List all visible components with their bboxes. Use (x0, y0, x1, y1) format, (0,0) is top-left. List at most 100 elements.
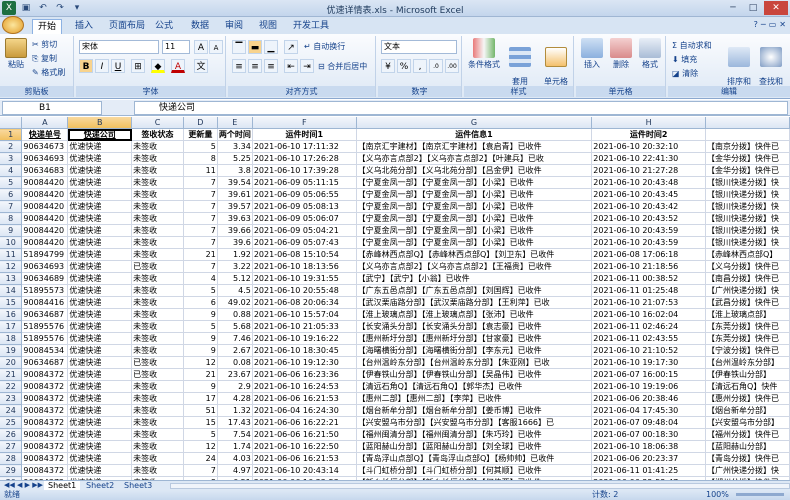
table-cell[interactable]: 3.34 (217, 140, 253, 154)
table-cell[interactable]: 已签收 (131, 260, 184, 274)
column-header[interactable] (705, 117, 790, 130)
table-cell[interactable]: 【福州闽清分部】【福州闽清分部】【朱巧玲】已收件 (356, 428, 593, 442)
header-cell[interactable]: 快递公司 (67, 128, 133, 142)
table-cell[interactable]: 【惠州分拨】快件已 (705, 392, 790, 406)
table-cell[interactable]: 12 (183, 356, 218, 370)
table-cell[interactable]: 优速快递 (67, 392, 133, 406)
row-header[interactable]: 26 (0, 428, 23, 442)
table-cell[interactable]: 【烟台新牟分部】【烟台新牟分部】【姜币博】已收件 (356, 404, 593, 418)
tab-formulas[interactable]: 公式 (150, 19, 178, 34)
table-cell[interactable]: 【武昌分拨】快件已 (705, 296, 790, 310)
underline-icon[interactable]: U (111, 59, 125, 73)
office-button[interactable] (2, 16, 24, 34)
table-cell[interactable]: 11 (183, 164, 218, 178)
table-cell[interactable]: 7 (183, 200, 218, 214)
table-cell[interactable]: 未签收 (131, 464, 184, 478)
ribbon-close-icon[interactable]: ✕ (779, 20, 786, 29)
table-cell[interactable]: 未签收 (131, 428, 184, 442)
table-cell[interactable]: 7 (183, 464, 218, 478)
table-cell[interactable]: 【兴安盟乌市分部】【兴安盟乌市分部】【客服1666】已 (356, 416, 593, 430)
table-cell[interactable]: 【义乌分拨】快件已 (705, 260, 790, 274)
table-cell[interactable]: 90634693 (21, 152, 69, 166)
table-cell[interactable]: 未签收 (131, 404, 184, 418)
table-cell[interactable]: 2021-06-10 20:43:59 (591, 236, 707, 250)
table-cell[interactable]: 【蓝阳赫山分部】【蓝阳赫山分部】【刘全球】已收件 (356, 440, 593, 454)
row-header[interactable]: 21 (0, 368, 23, 382)
table-cell[interactable]: 【南昌分拨】快件已 (705, 272, 790, 286)
table-cell[interactable]: 0.88 (217, 308, 253, 322)
table-cell[interactable]: 8 (183, 152, 218, 166)
table-cell[interactable]: 【银川快递分拨】快 (705, 176, 790, 190)
row-header[interactable]: 11 (0, 248, 23, 262)
row-header[interactable]: 2 (0, 140, 23, 154)
row-header[interactable]: 28 (0, 452, 23, 466)
table-cell[interactable]: 39.63 (217, 212, 253, 226)
table-cell[interactable]: 优速快递 (67, 260, 133, 274)
table-cell[interactable]: 51894799 (21, 248, 69, 262)
table-cell[interactable]: 2021-06-10 20:32:10 (591, 140, 707, 154)
table-cell[interactable]: 90084416 (21, 296, 69, 310)
table-cell[interactable]: 优速快递 (67, 164, 133, 178)
table-cell[interactable]: 【义乌北苑分部】【义乌北苑分部】【吕金伊】已收件 (356, 164, 593, 178)
table-cell[interactable]: 未签收 (131, 176, 184, 190)
table-cell[interactable]: 90634689 (21, 272, 69, 286)
tab-review[interactable]: 审阅 (220, 19, 248, 34)
table-cell[interactable]: 2021-06-10 20:55:48 (252, 284, 357, 298)
table-cell[interactable]: 90634673 (21, 140, 69, 154)
table-cell[interactable]: 90084534 (21, 344, 69, 358)
table-cell[interactable]: 【伊春铁山分部】 (705, 368, 790, 382)
align-middle-icon[interactable]: ▬ (248, 40, 262, 54)
decrease-decimal-icon[interactable]: .00 (445, 59, 459, 73)
table-cell[interactable]: 5.68 (217, 320, 253, 334)
table-cell[interactable]: 90084420 (21, 200, 69, 214)
table-cell[interactable]: 1.92 (217, 248, 253, 262)
table-cell[interactable]: 2021-06-08 17:06:18 (591, 248, 707, 262)
fill-button[interactable]: ⬇ 填充 (672, 54, 697, 65)
table-cell[interactable]: 【宁波分拨】快件已 (705, 344, 790, 358)
table-cell[interactable]: 39.66 (217, 224, 253, 238)
orientation-icon[interactable]: ↗ (284, 40, 298, 54)
table-cell[interactable]: 【宁夏金凤一部】【宁夏金凤一部】【小梁】已收件 (356, 176, 593, 190)
table-cell[interactable]: 2021-06-09 05:11:15 (252, 176, 357, 190)
format-cells-button[interactable]: 格式 (636, 38, 664, 70)
column-header[interactable]: H (591, 117, 707, 130)
table-cell[interactable]: 【青岛浮山点部Q】【青岛浮山点部Q】【杨帅帅】已收件 (356, 452, 593, 466)
table-cell[interactable]: 90084420 (21, 188, 69, 202)
table-cell[interactable]: 【宁夏金凤一部】【宁夏金凤一部】【小梁】已收件 (356, 200, 593, 214)
table-cell[interactable]: 未签收 (131, 344, 184, 358)
table-cell[interactable]: 90084372 (21, 440, 69, 454)
table-cell[interactable]: 21 (183, 248, 218, 262)
table-cell[interactable]: 2021-06-04 17:45:30 (591, 404, 707, 418)
horizontal-scrollbar[interactable] (170, 483, 790, 489)
table-cell[interactable]: 优速快递 (67, 368, 133, 382)
wrap-text-button[interactable]: ↵ 自动换行 (304, 41, 345, 52)
row-header[interactable]: 19 (0, 344, 23, 358)
table-cell[interactable]: 未签收 (131, 164, 184, 178)
percent-icon[interactable]: % (397, 59, 411, 73)
table-cell[interactable]: 2021-06-09 05:08:13 (252, 200, 357, 214)
table-cell[interactable]: 【清远石角Q】快件 (705, 380, 790, 394)
table-cell[interactable]: 49.02 (217, 296, 253, 310)
row-header[interactable]: 4 (0, 164, 23, 178)
table-cell[interactable]: 90084372 (21, 368, 69, 382)
table-cell[interactable]: 2021-06-11 00:38:52 (591, 272, 707, 286)
table-cell[interactable]: 【银川快递分拨】快 (705, 200, 790, 214)
table-cell[interactable]: 2021-06-11 01:25:48 (591, 284, 707, 298)
indent-decrease-icon[interactable]: ⇤ (284, 59, 298, 73)
row-header[interactable]: 10 (0, 236, 23, 250)
row-header[interactable]: 17 (0, 320, 23, 334)
table-cell[interactable]: 【银川快递分拨】快 (705, 212, 790, 226)
table-cell[interactable]: 优速快递 (67, 284, 133, 298)
table-cell[interactable]: 5.25 (217, 152, 253, 166)
table-cell[interactable]: 优速快递 (67, 140, 133, 154)
table-cell[interactable]: 17.43 (217, 416, 253, 430)
table-cell[interactable]: 90084372 (21, 428, 69, 442)
font-name-select[interactable]: 宋体 (79, 40, 159, 54)
row-header[interactable]: 20 (0, 356, 23, 370)
table-cell[interactable]: 【义乌亦言点部2】【义乌亦言点部2】【叶建兵】已收 (356, 152, 593, 166)
table-cell[interactable]: 【伊春铁山分部】【伊春铁山分部】【吴晶伟】已收件 (356, 368, 593, 382)
header-cell[interactable]: 运件信息1 (356, 128, 593, 142)
table-cell[interactable]: 【斗门虹桥分部】【斗门虹桥分部】【何其顺】已收件 (356, 464, 593, 478)
table-cell[interactable]: 2021-06-06 16:21:53 (252, 392, 357, 406)
table-cell[interactable]: 2021-06-10 17:26:28 (252, 152, 357, 166)
